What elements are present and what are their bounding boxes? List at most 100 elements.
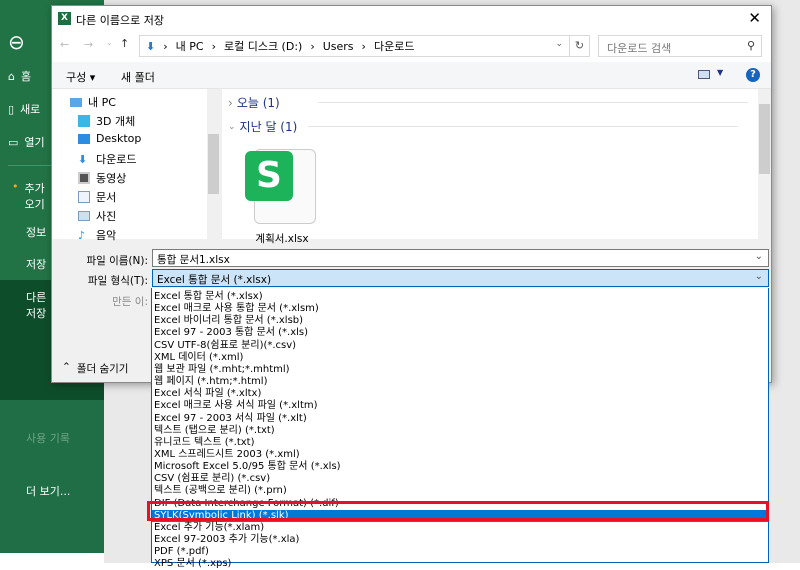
view-dropdown-icon[interactable]: ▼ xyxy=(717,68,723,77)
filetype-option[interactable]: Excel 추가 기능(*.xlam) xyxy=(152,522,768,534)
breadcrumb-item[interactable]: 내 PC xyxy=(176,38,204,54)
file-scroll-thumb[interactable] xyxy=(759,104,770,174)
filetype-option[interactable]: Excel 서식 파일 (*.xltx) xyxy=(152,388,768,400)
filename-label: 파일 이름(N): xyxy=(86,255,148,267)
file-pane: › 오늘 (1) ⌄ 지난 달 (1) S 계획서.xlsx xyxy=(222,89,771,245)
picture-icon xyxy=(78,211,90,221)
filetype-option[interactable]: Excel 매크로 사용 통합 문서 (*.xlsm) xyxy=(152,303,768,315)
sidebar-item-addins[interactable]: • 추가 오기 xyxy=(12,180,52,212)
document-icon xyxy=(78,191,90,203)
breadcrumb-item[interactable]: Users xyxy=(323,40,354,53)
download-icon: ⬇ xyxy=(78,153,88,166)
chevron-down-icon[interactable]: ⌄ xyxy=(755,271,763,282)
filetype-option[interactable]: PDF (*.pdf) xyxy=(152,546,768,558)
command-bar: 구성 ▾ 새 폴더 ▼ ? xyxy=(52,62,771,89)
dot-icon: • xyxy=(12,180,19,193)
home-icon: ⌂ xyxy=(8,69,15,83)
sidebar-item-open[interactable]: ▭ 열기 xyxy=(8,134,45,150)
filetype-option[interactable]: Microsoft Excel 5.0/95 통합 문서 (*.xls) xyxy=(152,461,768,473)
film-icon xyxy=(78,172,90,184)
sidebar-item-save[interactable]: 저장 xyxy=(26,256,46,272)
nav-item-videos[interactable]: 동영상 xyxy=(78,170,126,186)
folder-icon: ▭ xyxy=(8,135,19,149)
nav-item-documents[interactable]: 문서 xyxy=(78,189,116,205)
group-today[interactable]: › 오늘 (1) xyxy=(228,94,768,111)
filetype-select[interactable]: Excel 통합 문서 (*.xlsx) ⌄ xyxy=(152,269,769,287)
filetype-option[interactable]: Excel 97 - 2003 서식 파일 (*.xlt) xyxy=(152,413,768,425)
sidebar-item-home[interactable]: ⌂ 홈 xyxy=(8,68,31,84)
organize-button[interactable]: 구성 ▾ xyxy=(66,69,95,85)
music-icon: ♪ xyxy=(78,229,86,242)
dialog-title: 다른 이름으로 저장 xyxy=(76,14,164,27)
sidebar-lower-section xyxy=(0,400,104,553)
hide-folders-button[interactable]: ⌃ 폴더 숨기기 xyxy=(62,361,128,376)
dialog-titlebar: X 다른 이름으로 저장 ✕ xyxy=(52,6,771,32)
sidebar-item-new[interactable]: ▯ 새로 xyxy=(8,101,40,117)
file-scrollbar[interactable] xyxy=(758,89,771,239)
chevron-right-icon: › xyxy=(228,95,233,110)
file-item[interactable]: S 계획서.xlsx xyxy=(242,147,322,245)
filetype-option[interactable]: XML 데이터 (*.xml) xyxy=(152,352,768,364)
up-button[interactable]: ↑ xyxy=(120,37,129,50)
search-input[interactable]: 다운로드 검색 ⚲ xyxy=(598,35,762,57)
help-icon[interactable]: ? xyxy=(746,68,760,82)
nav-scrollbar[interactable] xyxy=(207,89,220,239)
address-bar[interactable]: ⬇ › 내 PC › 로컬 디스크 (D:) › Users › 다운로드 ⌄ ↻ xyxy=(139,35,590,57)
sidebar-item-more[interactable]: 더 보기... xyxy=(26,483,70,499)
nav-item-music[interactable]: ♪ 음악 xyxy=(78,227,116,243)
navigation-pane: 내 PC 3D 개체 Desktop ⬇ 다운로드 동영상 문서 사진 ♪ 음악 xyxy=(52,89,220,242)
close-button[interactable]: ✕ xyxy=(748,9,761,27)
filetype-option[interactable]: Excel 바이너리 통합 문서 (*.xlsb) xyxy=(152,315,768,327)
back-button[interactable]: ← xyxy=(60,38,69,51)
filetype-option[interactable]: Excel 97-2003 추가 기능(*.xla) xyxy=(152,534,768,546)
filetype-option[interactable]: XML 스프레드시트 2003 (*.xml) xyxy=(152,449,768,461)
excel-icon: X xyxy=(58,12,71,25)
cube-icon xyxy=(78,115,90,127)
nav-item-this-pc[interactable]: 내 PC xyxy=(70,94,116,110)
breadcrumb-item[interactable]: 다운로드 xyxy=(374,38,414,54)
nav-item-desktop[interactable]: Desktop xyxy=(78,132,141,145)
filename-input[interactable]: 통합 문서1.xlsx ⌄ xyxy=(152,249,769,267)
nav-item-downloads[interactable]: ⬇ 다운로드 xyxy=(78,151,136,167)
filetype-label: 파일 형식(T): xyxy=(87,275,148,287)
group-last-month[interactable]: ⌄ 지난 달 (1) xyxy=(228,118,768,135)
highlight-callout-box xyxy=(147,501,769,521)
navigation-row: ← → ⌄ ↑ ⬇ › 내 PC › 로컬 디스크 (D:) › Users › 다운로… xyxy=(52,32,771,62)
spreadsheet-app-icon: S xyxy=(245,151,293,201)
chevron-down-icon[interactable]: ⌄ xyxy=(755,251,763,262)
sidebar-item-info[interactable]: 정보 xyxy=(26,224,46,240)
chevron-up-icon: ⌃ xyxy=(62,361,71,373)
new-folder-button[interactable]: 새 폴더 xyxy=(121,69,155,85)
author-label: 만든 이: xyxy=(112,296,148,308)
filetype-option[interactable]: Excel 통합 문서 (*.xlsx) xyxy=(152,291,768,303)
desktop-icon xyxy=(78,133,90,144)
nav-item-3d-objects[interactable]: 3D 개체 xyxy=(78,113,135,129)
filetype-option[interactable]: Excel 97 - 2003 통합 문서 (*.xls) xyxy=(152,327,768,339)
new-document-icon: ▯ xyxy=(8,102,15,116)
download-arrow-icon: ⬇ xyxy=(146,39,156,53)
filetype-option[interactable]: 웹 페이지 (*.htm;*.html) xyxy=(152,376,768,388)
file-name: 계획서.xlsx xyxy=(255,233,309,245)
sidebar-item-save-as[interactable]: 다른 저장 xyxy=(26,289,50,321)
chevron-down-icon: ⌄ xyxy=(228,121,236,132)
view-icon[interactable] xyxy=(698,70,710,79)
recent-dropdown-icon[interactable]: ⌄ xyxy=(106,38,113,47)
breadcrumb-item[interactable]: 로컬 디스크 (D:) xyxy=(224,38,302,54)
forward-button[interactable]: → xyxy=(84,38,93,51)
filetype-option[interactable]: 텍스트 (공백으로 분리) (*.prn) xyxy=(152,485,768,497)
filetype-option[interactable]: 웹 보관 파일 (*.mht;*.mhtml) xyxy=(152,364,768,376)
search-icon: ⚲ xyxy=(746,39,755,52)
filetype-option[interactable]: Excel 매크로 사용 서식 파일 (*.xltm) xyxy=(152,400,768,412)
back-arrow-icon[interactable]: ⊖ xyxy=(8,30,25,54)
filetype-option[interactable]: CSV UTF-8(쉼표로 분리)(*.csv) xyxy=(152,340,768,352)
nav-item-pictures[interactable]: 사진 xyxy=(78,208,116,224)
filetype-option[interactable]: 텍스트 (탭으로 분리) (*.txt) xyxy=(152,425,768,437)
filetype-option[interactable]: 유니코드 텍스트 (*.txt) xyxy=(152,437,768,449)
nav-scroll-thumb[interactable] xyxy=(208,134,219,194)
sidebar-item-history: 사용 기록 xyxy=(26,432,70,445)
filetype-dropdown-list[interactable]: Excel 통합 문서 (*.xlsx) Excel 매크로 사용 통합 문서 (… xyxy=(151,288,769,569)
filetype-option[interactable]: CSV (쉼표로 분리) (*.csv) xyxy=(152,473,768,485)
address-dropdown-icon[interactable]: ⌄ xyxy=(555,39,563,49)
filetype-option[interactable]: XPS 문서 (*.xps) xyxy=(152,558,768,570)
refresh-icon[interactable]: ↻ xyxy=(569,36,589,56)
